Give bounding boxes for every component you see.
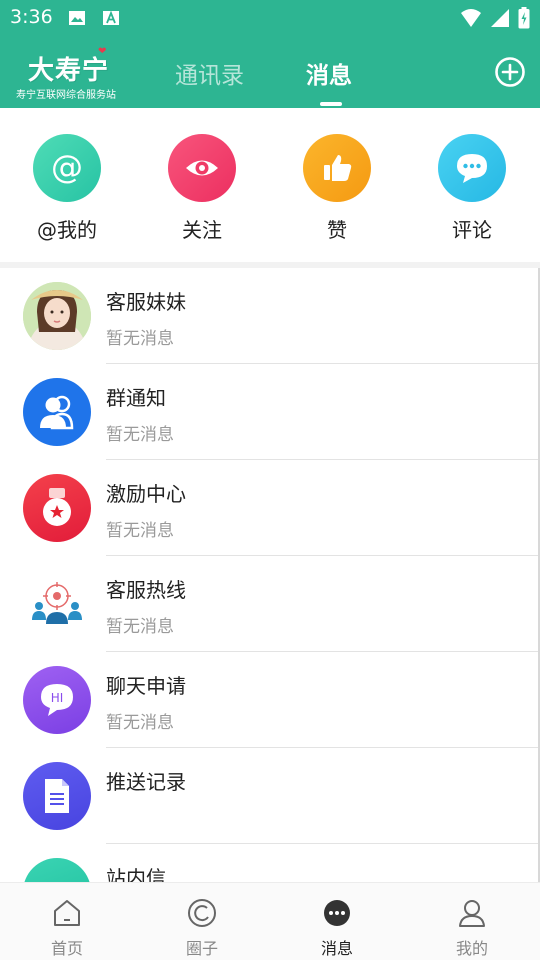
- message-preview: 暂无消息: [106, 521, 174, 541]
- logo-subtitle: 寿宁互联网综合服务站: [16, 90, 116, 101]
- profile-icon: [459, 900, 485, 927]
- nav-label: 圈子: [185, 939, 218, 958]
- font-notification-icon: [103, 10, 119, 25]
- group-icon: [23, 378, 91, 446]
- quick-action-label: @我的: [37, 218, 97, 242]
- message-title: 群通知: [106, 386, 166, 410]
- message-title: 推送记录: [106, 770, 186, 794]
- message-item-hotline[interactable]: 客服热线 暂无消息: [0, 556, 538, 652]
- status-time: 3:36: [10, 6, 53, 28]
- message-item-group-notice[interactable]: 群通知 暂无消息: [0, 364, 538, 460]
- message-title: 聊天申请: [106, 674, 186, 698]
- nav-label: 消息: [320, 939, 353, 958]
- tab-contacts[interactable]: 通讯录: [175, 56, 244, 90]
- medal-icon: [23, 474, 91, 542]
- message-title: 客服妹妹: [106, 290, 186, 314]
- logo-text: 大寿宁: [28, 56, 110, 86]
- active-tab-indicator: [320, 102, 342, 106]
- customer-service-avatar: [23, 282, 91, 350]
- nav-profile[interactable]: 我的: [422, 897, 522, 959]
- message-item-site-mail[interactable]: 站内信: [0, 844, 538, 882]
- heart-icon: ❤: [98, 46, 107, 57]
- signal-icon: [491, 9, 509, 27]
- quick-actions: @ @我的 关注 赞 评论: [0, 108, 540, 262]
- svg-text:@: @: [51, 148, 83, 186]
- nav-label: 首页: [50, 939, 83, 958]
- wifi-icon: [461, 9, 481, 27]
- nav-circle[interactable]: 圈子: [152, 897, 252, 959]
- message-item-incentive-center[interactable]: 激励中心 暂无消息: [0, 460, 538, 556]
- thumbs-up-icon: [303, 134, 371, 202]
- mail-icon: [23, 858, 91, 882]
- eye-icon: [168, 134, 236, 202]
- message-title: 激励中心: [106, 482, 186, 506]
- hotline-icon: [23, 570, 91, 638]
- message-item-chat-request[interactable]: HI 聊天申请 暂无消息: [0, 652, 538, 748]
- quick-action-likes[interactable]: 赞: [287, 134, 387, 243]
- message-list[interactable]: 客服妹妹 暂无消息 群通知 暂无消息 激励中心 暂无消息 客服热线 暂无消息 H…: [0, 268, 540, 882]
- svg-text:HI: HI: [51, 691, 64, 705]
- bottom-navigation: 首页 圈子 消息 我的: [0, 882, 540, 960]
- message-preview: 暂无消息: [106, 329, 174, 349]
- status-icons: [460, 7, 530, 29]
- tab-messages[interactable]: 消息: [306, 56, 352, 90]
- quick-action-comments[interactable]: 评论: [422, 134, 522, 243]
- document-icon: [23, 762, 91, 830]
- message-title: 站内信: [106, 866, 166, 882]
- message-preview: 暂无消息: [106, 713, 174, 733]
- message-icon: [324, 900, 350, 926]
- quick-action-label: 关注: [182, 218, 222, 242]
- quick-action-label: 评论: [452, 218, 492, 242]
- app-header: 大寿宁 ❤ 寿宁互联网综合服务站 通讯录 消息: [0, 36, 540, 108]
- status-bar: 3:36: [0, 0, 540, 36]
- nav-home[interactable]: 首页: [17, 897, 117, 959]
- quick-action-follow[interactable]: 关注: [152, 134, 252, 243]
- plus-circle-icon[interactable]: [494, 56, 526, 88]
- quick-action-label: 赞: [327, 218, 347, 242]
- message-item-push-records[interactable]: 推送记录: [0, 748, 538, 844]
- image-notification-icon: [69, 11, 85, 25]
- app-logo: 大寿宁 ❤ 寿宁互联网综合服务站: [16, 46, 130, 101]
- message-title: 客服热线: [106, 578, 186, 602]
- comment-icon: [438, 134, 506, 202]
- battery-icon: [518, 7, 530, 29]
- message-preview: 暂无消息: [106, 617, 174, 637]
- circle-icon: [188, 899, 216, 927]
- home-icon: [54, 900, 80, 926]
- nav-label: 我的: [455, 939, 488, 958]
- at-icon: @: [33, 134, 101, 202]
- quick-action-mentions[interactable]: @ @我的: [17, 134, 117, 243]
- message-item-customer-service[interactable]: 客服妹妹 暂无消息: [0, 268, 538, 364]
- message-preview: 暂无消息: [106, 425, 174, 445]
- chat-hi-icon: HI: [23, 666, 91, 734]
- nav-messages[interactable]: 消息: [287, 897, 387, 959]
